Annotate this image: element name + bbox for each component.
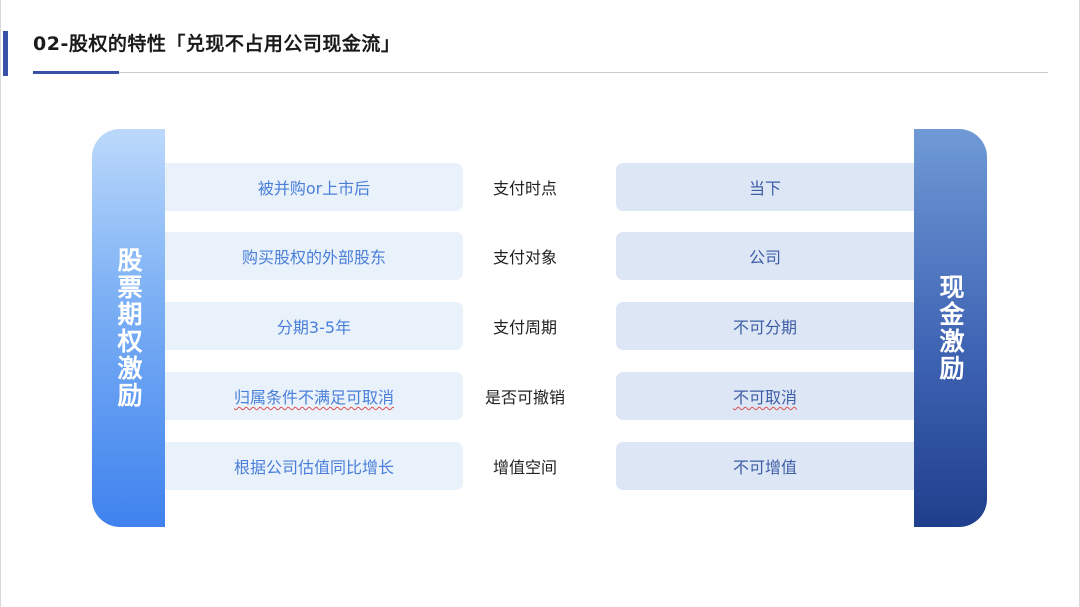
row-3-left-cell: 分期3-5年 bbox=[165, 302, 463, 350]
row-2-criterion: 支付对象 bbox=[463, 232, 587, 280]
row-4-right-cell: 不可取消 bbox=[616, 372, 914, 420]
row-1-left-text: 被并购or上市后 bbox=[257, 179, 371, 198]
row-2-left-cell: 购买股权的外部股东 bbox=[165, 232, 463, 280]
row-2-right-cell: 公司 bbox=[616, 232, 914, 280]
row-3-right-cell: 不可分期 bbox=[616, 302, 914, 350]
row-1-criterion-text: 支付时点 bbox=[492, 179, 557, 198]
left-label-text: 股票期权激励 bbox=[114, 247, 143, 409]
row-1-criterion: 支付时点 bbox=[463, 163, 587, 211]
row-5-left-cell: 根据公司估值同比增长 bbox=[165, 442, 463, 490]
row-1-left-cell: 被并购or上市后 bbox=[165, 163, 463, 211]
row-4-left-cell: 归属条件不满足可取消 bbox=[165, 372, 463, 420]
title-accent-bar bbox=[3, 31, 8, 76]
row-2-right-text: 公司 bbox=[748, 248, 781, 267]
title-divider bbox=[33, 72, 1048, 73]
right-label-text: 现金激励 bbox=[936, 274, 965, 382]
cash-incentive-label: 现金激励 bbox=[914, 129, 987, 527]
row-5-right-text: 不可增值 bbox=[732, 458, 797, 477]
row-3-right-text: 不可分期 bbox=[732, 318, 797, 337]
row-5-criterion: 增值空间 bbox=[463, 442, 587, 490]
row-5-right-cell: 不可增值 bbox=[616, 442, 914, 490]
row-3-criterion: 支付周期 bbox=[463, 302, 587, 350]
stock-option-incentive-label: 股票期权激励 bbox=[92, 129, 165, 527]
row-2-left-text: 购买股权的外部股东 bbox=[241, 248, 386, 267]
row-4-right-text: 不可取消 bbox=[732, 388, 797, 407]
row-3-criterion-text: 支付周期 bbox=[492, 318, 557, 337]
row-3-left-text: 分期3-5年 bbox=[276, 318, 352, 337]
row-5-criterion-text: 增值空间 bbox=[492, 458, 557, 477]
slide-title: 02-股权的特性「兑现不占用公司现金流」 bbox=[33, 33, 401, 55]
row-2-criterion-text: 支付对象 bbox=[492, 248, 557, 267]
row-1-right-text: 当下 bbox=[748, 179, 781, 198]
row-4-criterion-text: 是否可撤销 bbox=[484, 388, 565, 407]
row-1-right-cell: 当下 bbox=[616, 163, 914, 211]
row-4-left-text: 归属条件不满足可取消 bbox=[233, 388, 394, 407]
row-5-left-text: 根据公司估值同比增长 bbox=[233, 458, 394, 477]
row-4-criterion: 是否可撤销 bbox=[463, 372, 587, 420]
title-divider-accent bbox=[33, 71, 119, 74]
